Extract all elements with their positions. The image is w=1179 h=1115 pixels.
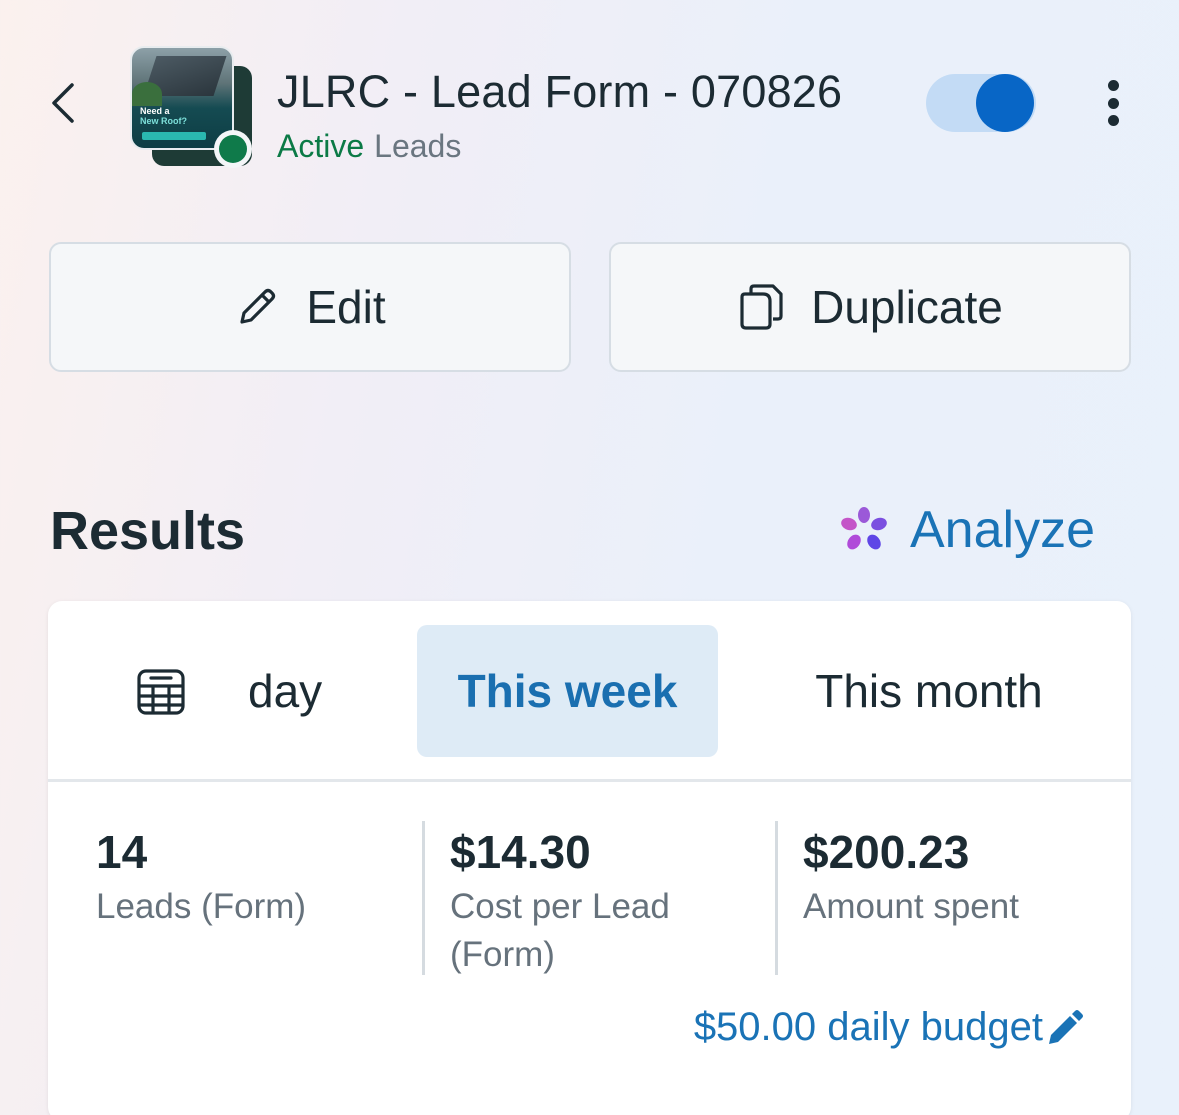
tab-this-week[interactable]: This week [417, 625, 718, 757]
analyze-button[interactable]: Analyze [838, 500, 1095, 560]
metric-label: Cost per Lead (Form) [450, 887, 670, 974]
more-vertical-icon [1107, 80, 1119, 91]
metric-leads: 14 Leads (Form) [96, 825, 396, 931]
more-options-button[interactable] [1093, 74, 1133, 132]
pencil-icon [240, 288, 276, 324]
metric-divider [422, 821, 425, 975]
ad-title: JLRC - Lead Form - 070826 [277, 66, 843, 117]
daily-budget-label: $50.00 daily budget [693, 1005, 1043, 1049]
objective-label: Leads [374, 128, 462, 164]
results-heading: Results [50, 501, 246, 561]
ad-thumbnail[interactable]: Need a New Roof? [130, 46, 255, 171]
analyze-label: Analyze [910, 501, 1095, 559]
metric-value: 14 [96, 826, 148, 878]
results-card: day This week This month 14 Leads (Form)… [48, 601, 1131, 1115]
sparkle-icon [841, 507, 887, 550]
tab-this-month[interactable]: This month [788, 625, 1070, 757]
back-button[interactable] [38, 78, 88, 128]
duplicate-button[interactable]: Duplicate [609, 242, 1131, 372]
edit-button[interactable]: Edit [49, 242, 571, 372]
duplicate-label: Duplicate [811, 281, 1003, 333]
ad-subtitle: Active Leads [277, 128, 461, 165]
thumbnail-text: Need a New Roof? [140, 106, 187, 126]
duplicate-icon [740, 284, 783, 330]
metric-value: $200.23 [803, 826, 970, 878]
tab-day[interactable]: day [238, 625, 348, 757]
metric-value: $14.30 [450, 826, 591, 878]
metric-amount-spent: $200.23 Amount spent [803, 825, 1103, 931]
date-range-tabs: day This week This month [48, 601, 1131, 782]
thumbnail-image: Need a New Roof? [130, 46, 234, 150]
metric-cost-per-lead: $14.30 Cost per Lead (Form) [450, 825, 750, 979]
calendar-icon [137, 669, 185, 715]
metric-label: Leads (Form) [96, 887, 307, 926]
status-label: Active [277, 128, 365, 164]
edit-label: Edit [306, 281, 386, 333]
metric-divider [775, 821, 778, 975]
chevron-left-icon [52, 83, 74, 123]
active-toggle[interactable] [926, 74, 1036, 132]
active-status-dot [214, 130, 252, 168]
daily-budget-link[interactable]: $50.00 daily budget [694, 1005, 1085, 1050]
metric-label: Amount spent [803, 887, 1019, 926]
pencil-filled-icon [1049, 1009, 1083, 1044]
toggle-knob [976, 74, 1034, 132]
calendar-button[interactable] [136, 667, 186, 722]
